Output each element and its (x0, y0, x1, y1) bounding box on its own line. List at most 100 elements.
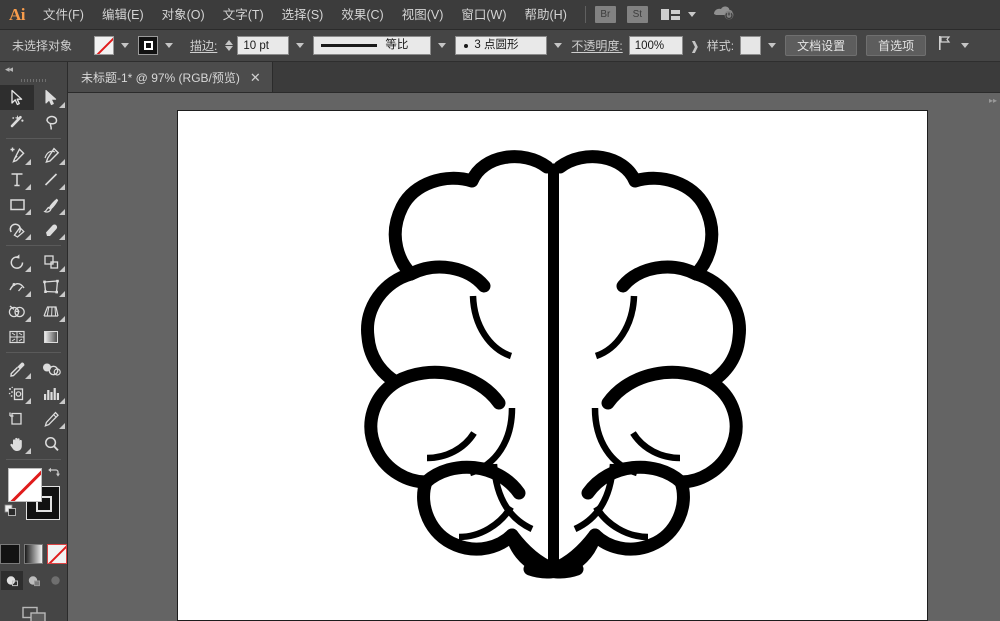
flyout-triangle-icon[interactable] (25, 373, 31, 379)
flyout-triangle-icon[interactable] (25, 266, 31, 272)
graphic-style-swatch[interactable] (740, 36, 761, 55)
stroke-weight-input[interactable]: 10 pt (237, 36, 289, 55)
hand-tool[interactable] (0, 431, 34, 456)
line-segment-tool[interactable] (34, 167, 68, 192)
none-mode-button[interactable] (47, 544, 67, 564)
symbol-sprayer-tool[interactable] (0, 381, 34, 406)
type-tool[interactable] (0, 167, 34, 192)
flyout-triangle-icon[interactable] (59, 209, 65, 215)
draw-inside-button[interactable] (45, 571, 67, 590)
direct-selection-tool[interactable] (34, 85, 68, 110)
menu-window[interactable]: 窗口(W) (452, 0, 515, 30)
brush-definition-chevron-icon[interactable] (554, 43, 562, 48)
blend-tool[interactable] (34, 356, 68, 381)
canvas-navigator-icon[interactable]: ▸▸ (989, 96, 997, 105)
rectangle-tool[interactable] (0, 192, 34, 217)
preferences-button[interactable]: 首选项 (866, 35, 926, 56)
brain-outline-illustration[interactable] (178, 111, 929, 621)
flyout-triangle-icon[interactable] (25, 398, 31, 404)
flyout-triangle-icon[interactable] (59, 102, 65, 108)
flyout-triangle-icon[interactable] (59, 398, 65, 404)
free-transform-tool[interactable] (34, 274, 68, 299)
fill-color-box[interactable] (8, 468, 42, 502)
stroke-color-swatch[interactable] (138, 36, 158, 55)
zoom-tool[interactable] (34, 431, 68, 456)
eyedropper-tool[interactable] (0, 356, 34, 381)
stroke-weight-stepper[interactable] (225, 40, 233, 51)
color-mode-button[interactable] (0, 544, 20, 564)
pen-tool[interactable] (0, 142, 34, 167)
menu-object[interactable]: 对象(O) (153, 0, 214, 30)
rotate-tool[interactable] (0, 249, 34, 274)
menu-help[interactable]: 帮助(H) (516, 0, 576, 30)
change-screen-mode-button[interactable] (0, 604, 67, 621)
stroke-weight-chevron-icon[interactable] (296, 43, 304, 48)
graphic-style-chevron-icon[interactable] (768, 43, 776, 48)
chevron-down-icon[interactable] (688, 12, 696, 17)
gradient-tool[interactable] (34, 324, 68, 349)
brush-definition-select[interactable]: 3 点圆形 (455, 36, 547, 55)
align-to-artboard-icon[interactable] (937, 35, 954, 56)
close-icon[interactable]: ✕ (250, 71, 261, 84)
paintbrush-tool[interactable] (34, 192, 68, 217)
menu-effect[interactable]: 效果(C) (332, 0, 392, 30)
scale-tool[interactable] (34, 249, 68, 274)
column-graph-tool[interactable] (34, 381, 68, 406)
menu-file[interactable]: 文件(F) (34, 0, 93, 30)
fill-color-swatch[interactable] (94, 36, 114, 55)
shaper-tool[interactable] (0, 217, 34, 242)
shape-builder-tool[interactable] (0, 299, 34, 324)
menu-select[interactable]: 选择(S) (273, 0, 333, 30)
flyout-triangle-icon[interactable] (59, 159, 65, 165)
document-setup-button[interactable]: 文档设置 (785, 35, 857, 56)
menu-type[interactable]: 文字(T) (214, 0, 273, 30)
flyout-triangle-icon[interactable] (25, 159, 31, 165)
document-canvas[interactable]: ▸▸ (68, 93, 1000, 621)
workspace-switcher-icon[interactable] (661, 9, 680, 20)
mesh-tool[interactable] (0, 324, 34, 349)
stroke-profile-select[interactable]: 等比 (313, 36, 431, 55)
curvature-tool[interactable] (34, 142, 68, 167)
creative-cloud-icon[interactable] (712, 3, 736, 26)
stroke-profile-chevron-icon[interactable] (438, 43, 446, 48)
menu-edit[interactable]: 编辑(E) (93, 0, 153, 30)
artboard[interactable] (177, 110, 928, 621)
flyout-triangle-icon[interactable] (25, 316, 31, 322)
flyout-triangle-icon[interactable] (25, 184, 31, 190)
document-tab[interactable]: 未标题-1* @ 97% (RGB/预览) ✕ (68, 62, 273, 92)
selection-tool[interactable] (0, 85, 34, 110)
menu-view[interactable]: 视图(V) (393, 0, 453, 30)
default-fill-stroke-icon[interactable] (4, 504, 18, 523)
eraser-tool[interactable] (34, 217, 68, 242)
magic-wand-tool[interactable] (0, 110, 34, 135)
stock-button[interactable]: St (627, 6, 648, 23)
align-chevron-icon[interactable] (961, 43, 969, 48)
draw-behind-button[interactable] (23, 571, 45, 590)
opacity-expand-chevron-icon[interactable]: ❱ (690, 39, 700, 53)
draw-normal-button[interactable] (1, 571, 23, 590)
opacity-input[interactable]: 100% (629, 36, 683, 55)
illustrator-window: Ai 文件(F) 编辑(E) 对象(O) 文字(T) 选择(S) 效果(C) 视… (0, 0, 1000, 621)
stroke-dropdown-chevron-icon[interactable] (165, 43, 173, 48)
tools-panel-collapse-icon[interactable]: ◂◂ (0, 62, 67, 76)
flyout-triangle-icon[interactable] (25, 448, 31, 454)
flyout-triangle-icon[interactable] (59, 316, 65, 322)
flyout-triangle-icon[interactable] (59, 234, 65, 240)
lasso-tool[interactable] (34, 110, 68, 135)
bridge-button[interactable]: Br (595, 6, 616, 23)
slice-tool[interactable] (34, 406, 68, 431)
flyout-triangle-icon[interactable] (59, 266, 65, 272)
flyout-triangle-icon[interactable] (59, 184, 65, 190)
flyout-triangle-icon[interactable] (59, 291, 65, 297)
gradient-mode-button[interactable] (24, 544, 44, 564)
perspective-grid-tool[interactable] (34, 299, 68, 324)
tools-panel-grip[interactable] (0, 76, 67, 85)
flyout-triangle-icon[interactable] (25, 291, 31, 297)
artboard-tool[interactable] (0, 406, 34, 431)
flyout-triangle-icon[interactable] (25, 209, 31, 215)
width-tool[interactable] (0, 274, 34, 299)
swap-fill-stroke-icon[interactable] (47, 466, 61, 483)
flyout-triangle-icon[interactable] (59, 423, 65, 429)
flyout-triangle-icon[interactable] (25, 234, 31, 240)
fill-dropdown-chevron-icon[interactable] (121, 43, 129, 48)
